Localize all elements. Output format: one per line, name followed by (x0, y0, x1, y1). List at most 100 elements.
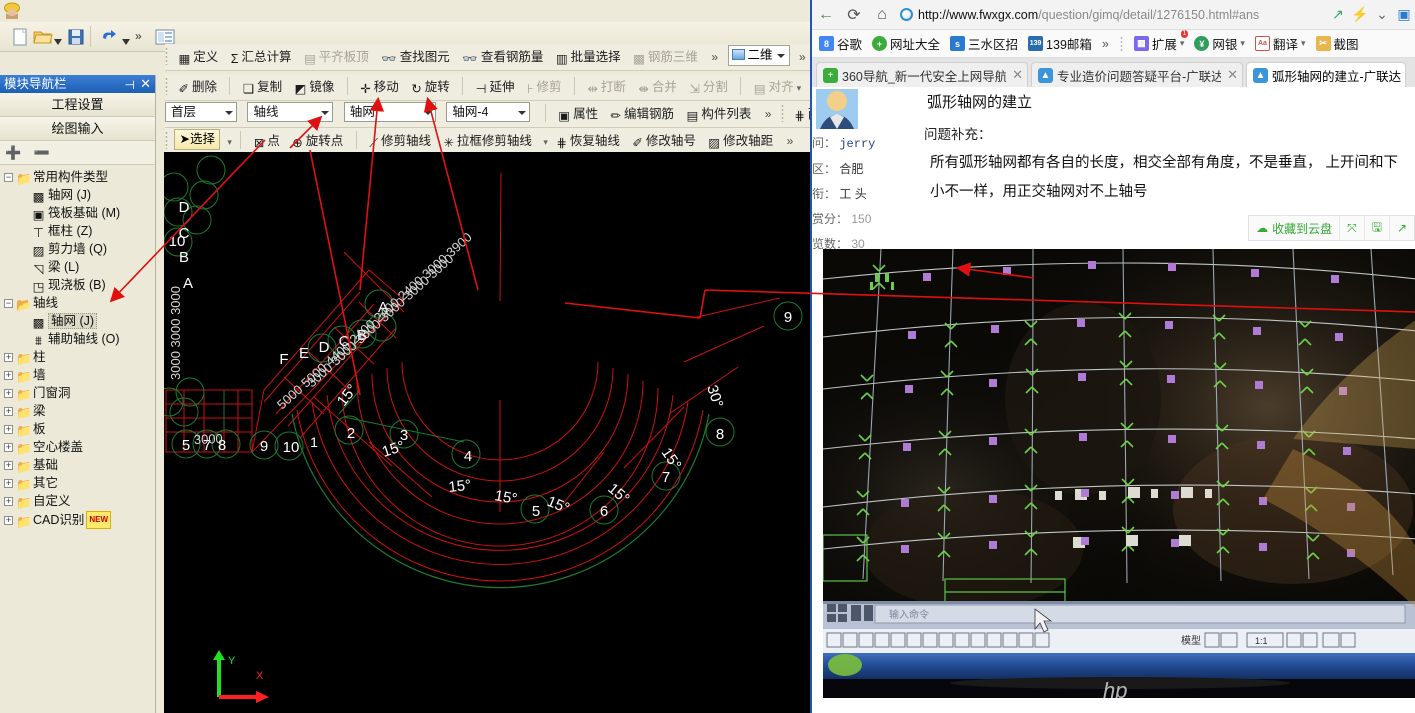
tree-item[interactable]: ⩩ 辅助轴线 (O) (4, 331, 155, 349)
chevron-down-icon[interactable]: ⌄ (1371, 6, 1393, 23)
tab-360-nav[interactable]: + 360导航_新一代安全上网导航 ✕ (816, 62, 1028, 87)
expand-icon[interactable]: + (4, 407, 13, 416)
reload-icon[interactable]: ⟳ (840, 1, 868, 29)
tree-item[interactable]: ▩ 轴网 (J) (4, 187, 155, 205)
select-tool-button[interactable]: ➤选择 (174, 129, 220, 150)
toolbar-btn-move[interactable]: ✛ 移动 (356, 74, 403, 100)
toolbar-btn-extend[interactable]: ⊣ 延伸 (472, 74, 519, 100)
toolbar-btn-edit-rebar[interactable]: ✏ 编辑钢筋 (607, 101, 679, 127)
toolbar-row-1-overflow-icon[interactable]: » (706, 44, 723, 70)
share-icon[interactable]: ↗ (1327, 6, 1349, 23)
tree-item[interactable]: + 📁板 (4, 421, 155, 439)
toolbar-btn-summary-calc[interactable]: Σ 汇总计算 (227, 44, 296, 70)
address-bar[interactable]: http://www.fwxgx.com /question/gimq/deta… (896, 3, 1327, 27)
toolbar-btn-component-list[interactable]: ▤ 构件列表 (683, 101, 756, 127)
expand-icon[interactable]: + (4, 425, 13, 434)
tree-item[interactable]: − 📁常用构件类型 (4, 169, 155, 187)
tree-item[interactable]: + 📁柱 (4, 349, 155, 367)
remove-icon[interactable]: ➖ (34, 145, 50, 161)
bookmark-139mail[interactable]: 139 139邮箱 (1028, 34, 1092, 53)
toolbar-row-4-overflow-icon[interactable]: » (782, 128, 799, 154)
lightning-icon[interactable]: ⚡ (1349, 6, 1371, 23)
new-file-icon[interactable] (10, 27, 30, 47)
attached-photo[interactable]: 输入命令 模型 1:1 hp (823, 249, 1415, 698)
toolbar-btn-copy[interactable]: ❏ 复制 (239, 74, 286, 100)
component-type-selector[interactable]: 轴网 (343, 102, 436, 122)
expand-image-button[interactable]: ⤧ (1339, 216, 1364, 240)
nav-button-drawing-input[interactable]: 绘图输入 (0, 117, 155, 141)
toolbar-btn-trim-axis[interactable]: ⟋ 修剪轴线 (365, 128, 435, 154)
save-to-cloud-button[interactable]: ☁ 收藏到云盘 (1249, 216, 1339, 240)
tree-item[interactable]: ▩ 轴网 (J) (4, 313, 155, 331)
toolbar-btn-point[interactable]: ⊠ 点 (250, 128, 284, 154)
tree-item[interactable]: ◳ 现浇板 (B) (4, 277, 155, 295)
toolbar-btn-rotate[interactable]: ↻ 旋转 (407, 74, 454, 100)
bookmark-nav-directory[interactable]: + 网址大全 (872, 34, 940, 53)
tree-item[interactable]: + 📁墙 (4, 367, 155, 385)
tab-arc-axis-network[interactable]: ▲ 弧形轴网的建立-广联达 (1246, 62, 1407, 87)
extensions-button[interactable]: ▦ 扩展 1 ▾ (1133, 30, 1189, 53)
toolbar-btn-properties[interactable]: ▣ 属性 (554, 101, 602, 127)
cad-drawing-canvas[interactable]: 5 7 8 9 10 1 10 2 3 4 5 6 7 8 9 A B C D … (164, 152, 810, 713)
pin-icon[interactable]: ⊣ (125, 76, 135, 93)
expand-icon[interactable]: + (4, 461, 13, 470)
toolbar-btn-modify-axis-spacing[interactable]: ▨ 修改轴距 (704, 128, 777, 154)
close-icon[interactable]: ✕ (140, 75, 151, 93)
toolbar-btn-define[interactable]: ▦ 定义 (174, 44, 222, 70)
tree-item[interactable]: ⊤ 框柱 (Z) (4, 223, 155, 241)
tree-item[interactable]: + 📁门窗洞 (4, 385, 155, 403)
open-dropdown-arrow-icon[interactable] (54, 32, 62, 52)
expand-icon[interactable]: + (4, 371, 13, 380)
tree-item[interactable]: − 📂轴线 (4, 295, 155, 313)
floor-selector[interactable]: 首层 (165, 102, 237, 122)
toolbar-btn-box-trim-axis[interactable]: ✳ 拉框修剪轴线 (439, 128, 536, 154)
expand-icon[interactable]: + (4, 516, 13, 525)
toolbar-btn-mirror[interactable]: ◩ 镜像 (291, 74, 339, 100)
toolbar-btn-batch-select[interactable]: ▥ 批量选择 (552, 44, 625, 70)
select-tool-chevron-down-icon[interactable]: ▾ (227, 137, 232, 147)
toolbar-btn-rotate-point[interactable]: ⊕ 旋转点 (288, 128, 347, 154)
nav-button-project-settings[interactable]: 工程设置 (0, 93, 155, 117)
close-icon[interactable]: ✕ (1012, 67, 1023, 83)
undo-dropdown-arrow-icon[interactable] (122, 32, 130, 52)
toolbar-btn-restore-axis[interactable]: ⋕ 恢复轴线 (552, 128, 624, 154)
undo-icon[interactable] (98, 27, 118, 47)
screenshot-button[interactable]: ✂ 截图 (1315, 34, 1359, 53)
save-icon[interactable] (66, 27, 86, 47)
toolbar-row-1-overflow2-icon[interactable]: » (794, 44, 810, 70)
expand-icon[interactable]: + (4, 497, 13, 506)
tree-item[interactable]: ▣ 筏板基础 (M) (4, 205, 155, 223)
tree-item[interactable]: + 📁梁 (4, 403, 155, 421)
bookmark-google[interactable]: 8 谷歌 (819, 34, 862, 53)
share-image-button[interactable]: ↗ (1388, 216, 1414, 240)
toolbar-btn-two-point[interactable]: ⋕两点 (790, 101, 810, 127)
tree-item[interactable]: + 📁基础 (4, 457, 155, 475)
view-mode-selector[interactable]: 二维 (727, 45, 790, 66)
panda-account-icon[interactable]: ▣ (1393, 6, 1415, 23)
open-file-icon[interactable] (32, 27, 54, 47)
tree-item[interactable]: + 📁空心楼盖 (4, 439, 155, 457)
toolbar-row-3-overflow-icon[interactable]: » (760, 101, 777, 127)
close-icon[interactable]: ✕ (1227, 67, 1238, 83)
expand-icon[interactable]: + (4, 479, 13, 488)
chevron-down-icon[interactable]: ▾ (1301, 38, 1306, 49)
expand-icon[interactable]: + (4, 389, 13, 398)
back-icon[interactable]: ← (812, 1, 840, 29)
qat-overflow-icon[interactable]: » (134, 27, 150, 47)
translate-button[interactable]: Aa 翻译 ▾ (1254, 34, 1306, 53)
tree-item[interactable]: + 📁其它 (4, 475, 155, 493)
tree-item[interactable]: ▨ 剪力墙 (Q) (4, 241, 155, 259)
toolbar-btn-view-rebar-qty[interactable]: 👓 查看钢筋量 (458, 44, 547, 70)
bookmark-sanshui[interactable]: s 三水区招 (950, 34, 1018, 53)
component-name-selector[interactable]: 轴网-4 (446, 102, 531, 122)
tree-item[interactable]: + 📁自定义 (4, 493, 155, 511)
tree-item[interactable]: ◹ 梁 (L) (4, 259, 155, 277)
bookmarks-overflow-icon[interactable]: » (1102, 37, 1109, 51)
save-image-button[interactable]: 🖫 (1363, 216, 1389, 240)
online-bank-button[interactable]: ¥ 网银 ▾ (1194, 34, 1245, 53)
box-trim-chevron-down-icon[interactable]: ▾ (543, 137, 548, 147)
chevron-down-icon[interactable]: ▾ (1180, 38, 1185, 49)
add-icon[interactable]: ➕ (5, 145, 21, 161)
toolbar-btn-delete[interactable]: ✐ 删除 (174, 74, 221, 100)
expand-icon[interactable]: + (4, 443, 13, 452)
